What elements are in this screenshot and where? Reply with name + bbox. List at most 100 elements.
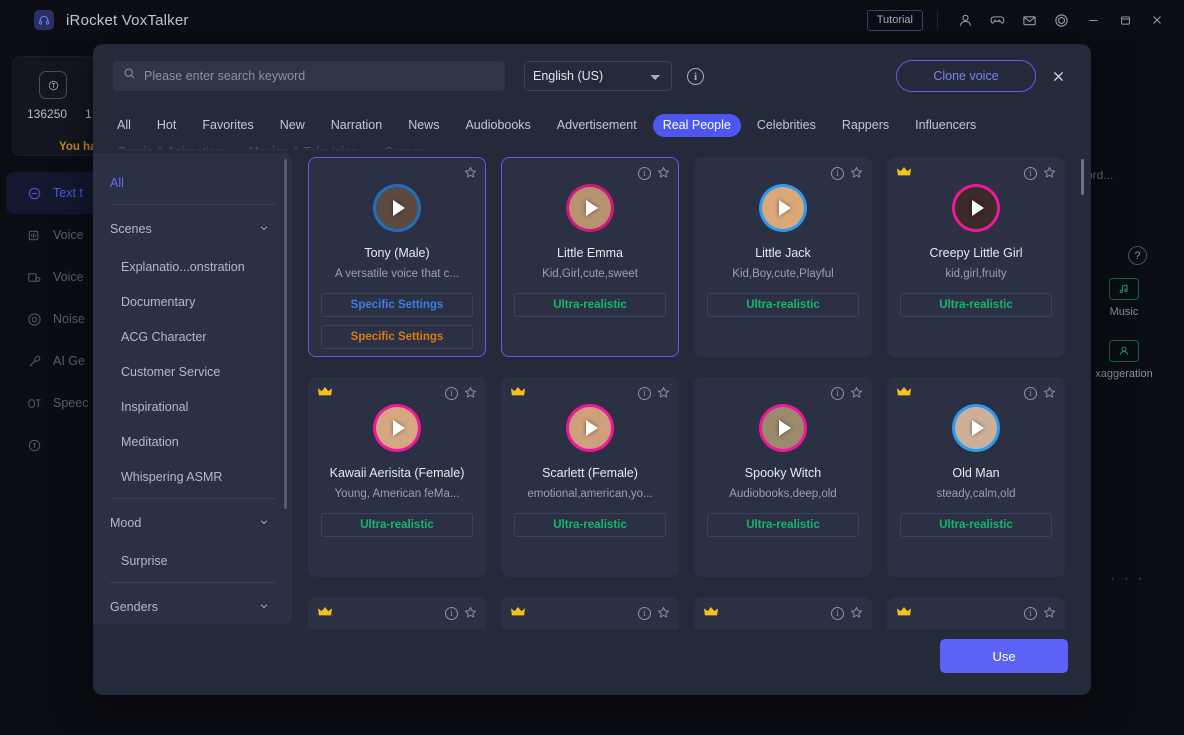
ultra-realistic-badge[interactable]: Ultra-realistic	[321, 513, 473, 537]
voice-avatar[interactable]	[759, 404, 807, 452]
voice-avatar[interactable]	[566, 404, 614, 452]
close-dialog-icon[interactable]	[1046, 64, 1070, 88]
tab-new[interactable]: New	[270, 114, 315, 137]
sidebar-item-surprise[interactable]: Surprise	[93, 543, 292, 578]
voice-card[interactable]: i Scarlett (Female) emotional,american,yo.…	[501, 377, 679, 577]
play-icon[interactable]	[779, 420, 791, 436]
favorite-star-icon[interactable]	[850, 166, 863, 181]
sidebar-item-explanatio-onstration[interactable]: Explanatio...onstration	[93, 249, 292, 284]
favorite-star-icon[interactable]	[850, 606, 863, 621]
favorite-star-icon[interactable]	[1043, 386, 1056, 401]
card-info-icon[interactable]: i	[638, 387, 651, 400]
sidebar-group-mood[interactable]: Mood	[93, 503, 292, 543]
play-icon[interactable]	[972, 200, 984, 216]
voice-avatar[interactable]	[373, 184, 421, 232]
search-input[interactable]	[144, 69, 495, 83]
favorite-star-icon[interactable]	[657, 166, 670, 181]
card-info-icon[interactable]: i	[1024, 167, 1037, 180]
voice-avatar[interactable]	[759, 184, 807, 232]
tab-comic-animation[interactable]: Comic & Animation	[107, 141, 233, 153]
sidebar-item-inspirational[interactable]: Inspirational	[93, 389, 292, 424]
settings-icon[interactable]	[1046, 6, 1076, 34]
sidebar-item-documentary[interactable]: Documentary	[93, 284, 292, 319]
specific-settings-button[interactable]: Specific Settings	[321, 293, 473, 317]
favorite-star-icon[interactable]	[1043, 166, 1056, 181]
tab-celebrities[interactable]: Celebrities	[747, 114, 826, 137]
tab-rappers[interactable]: Rappers	[832, 114, 899, 137]
minimize-icon[interactable]	[1078, 6, 1108, 34]
play-icon[interactable]	[779, 200, 791, 216]
sidebar-item-meditation[interactable]: Meditation	[93, 424, 292, 459]
more-options-icon[interactable]: · · ·	[1110, 570, 1145, 588]
tab-news[interactable]: News	[398, 114, 449, 137]
clone-voice-button[interactable]: Clone voice	[896, 60, 1036, 92]
discord-icon[interactable]	[982, 6, 1012, 34]
favorite-star-icon[interactable]	[464, 166, 477, 181]
card-info-icon[interactable]: i	[638, 167, 651, 180]
favorite-star-icon[interactable]	[850, 386, 863, 401]
voice-avatar[interactable]	[373, 404, 421, 452]
tab-movies-television[interactable]: Movies & Television	[239, 141, 369, 153]
maximize-icon[interactable]	[1110, 6, 1140, 34]
search-field-wrapper[interactable]	[113, 61, 505, 91]
question-mark-icon[interactable]: ?	[1128, 246, 1147, 265]
ultra-realistic-badge[interactable]: Ultra-realistic	[514, 513, 666, 537]
card-info-icon[interactable]: i	[831, 167, 844, 180]
tutorial-button[interactable]: Tutorial	[866, 9, 923, 31]
use-button[interactable]: Use	[940, 639, 1068, 673]
voice-card[interactable]: Tony (Male) A versatile voice that c... Sp…	[308, 157, 486, 357]
language-select[interactable]: English (US)	[524, 61, 672, 91]
sidebar-item-all[interactable]: All	[93, 165, 292, 200]
ultra-realistic-badge[interactable]: Ultra-realistic	[707, 293, 859, 317]
play-icon[interactable]	[972, 420, 984, 436]
tab-narration[interactable]: Narration	[321, 114, 392, 137]
card-info-icon[interactable]: i	[445, 607, 458, 620]
card-info-icon[interactable]: i	[831, 607, 844, 620]
voice-card[interactable]: i Kawaii Aerisita (Female) Young, American…	[308, 377, 486, 577]
info-icon[interactable]: i	[687, 68, 704, 85]
play-icon[interactable]	[586, 420, 598, 436]
tab-advertisement[interactable]: Advertisement	[547, 114, 647, 137]
close-icon[interactable]	[1142, 6, 1172, 34]
voice-card[interactable]: i Little Emma Kid,Girl,cute,sweet Ultra-rea…	[501, 157, 679, 357]
card-info-icon[interactable]: i	[1024, 387, 1037, 400]
voice-avatar[interactable]	[952, 184, 1000, 232]
sidebar-scrollbar[interactable]	[284, 159, 287, 509]
card-info-icon[interactable]: i	[445, 387, 458, 400]
favorite-star-icon[interactable]	[1043, 606, 1056, 621]
tab-real-people[interactable]: Real People	[652, 114, 741, 137]
tab-favorites[interactable]: Favorites	[192, 114, 263, 137]
play-icon[interactable]	[586, 200, 598, 216]
voice-avatar[interactable]	[952, 404, 1000, 452]
voice-grid-scrollbar[interactable]	[1081, 159, 1084, 195]
voice-card[interactable]: i Spooky Witch Audiobooks,deep,old Ultra-re…	[694, 377, 872, 577]
play-icon[interactable]	[393, 200, 405, 216]
sidebar-group-genders[interactable]: Genders	[93, 587, 292, 624]
ultra-realistic-badge[interactable]: Ultra-realistic	[900, 293, 1052, 317]
tab-hot[interactable]: Hot	[147, 114, 186, 137]
tab-games[interactable]: Games	[374, 141, 434, 153]
voice-card[interactable]: i Little Jack Kid,Boy,cute,Playful Ultra-re…	[694, 157, 872, 357]
specific-settings-button[interactable]: Specific Settings	[321, 325, 473, 349]
ultra-realistic-badge[interactable]: Ultra-realistic	[900, 513, 1052, 537]
favorite-star-icon[interactable]	[657, 606, 670, 621]
sidebar-item-acg-character[interactable]: ACG Character	[93, 319, 292, 354]
tab-all[interactable]: All	[107, 114, 141, 137]
card-info-icon[interactable]: i	[1024, 607, 1037, 620]
play-icon[interactable]	[393, 420, 405, 436]
ultra-realistic-badge[interactable]: Ultra-realistic	[707, 513, 859, 537]
card-info-icon[interactable]: i	[831, 387, 844, 400]
favorite-star-icon[interactable]	[464, 386, 477, 401]
voice-card[interactable]: i Creepy Little Girl kid,girl,fruity Ultra-…	[887, 157, 1065, 357]
account-icon[interactable]	[950, 6, 980, 34]
voice-card[interactable]: i Old Man steady,calm,old Ultra-realistic	[887, 377, 1065, 577]
favorite-star-icon[interactable]	[464, 606, 477, 621]
voice-avatar[interactable]	[566, 184, 614, 232]
sidebar-item-customer-service[interactable]: Customer Service	[93, 354, 292, 389]
tab-influencers[interactable]: Influencers	[905, 114, 986, 137]
favorite-star-icon[interactable]	[657, 386, 670, 401]
card-info-icon[interactable]: i	[638, 607, 651, 620]
sidebar-item-whispering-asmr[interactable]: Whispering ASMR	[93, 459, 292, 494]
sidebar-group-scenes[interactable]: Scenes	[93, 209, 292, 249]
tab-audiobooks[interactable]: Audiobooks	[455, 114, 540, 137]
